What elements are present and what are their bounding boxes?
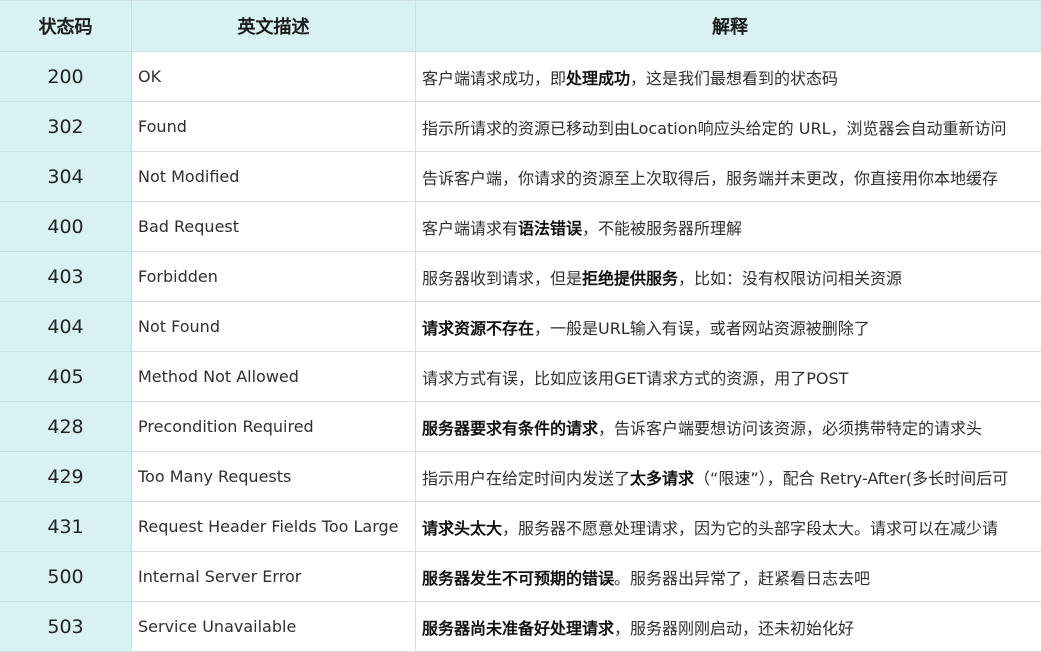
english-description-cell: Forbidden: [132, 252, 416, 302]
status-code-cell: 403: [0, 252, 132, 302]
explanation-text: ，这是我们最想看到的状态码: [630, 69, 838, 88]
english-description-cell: OK: [132, 52, 416, 102]
explanation-text: 客户端请求成功，即: [422, 69, 566, 88]
status-code-cell: 200: [0, 52, 132, 102]
status-code-cell: 404: [0, 302, 132, 352]
explanation-text: 客户端请求有: [422, 219, 518, 238]
explanation-text: 指示用户在给定时间内发送了: [422, 469, 630, 488]
header-status-code: 状态码: [0, 1, 132, 52]
english-description-cell: Bad Request: [132, 202, 416, 252]
english-description-cell: Found: [132, 102, 416, 152]
status-code-cell: 503: [0, 602, 132, 652]
explanation-cell: 请求资源不存在，一般是URL输入有误，或者网站资源被删除了: [416, 302, 1041, 352]
english-description-cell: Not Modified: [132, 152, 416, 202]
explanation-text: 。服务器出异常了，赶紧看日志去吧: [614, 569, 870, 588]
explanation-cell: 服务器发生不可预期的错误。服务器出异常了，赶紧看日志去吧: [416, 552, 1041, 602]
explanation-cell: 指示用户在给定时间内发送了太多请求（“限速”），配合 Retry-After(多…: [416, 452, 1041, 502]
explanation-bold-text: 请求资源不存在: [422, 319, 534, 338]
explanation-bold-text: 拒绝提供服务: [582, 269, 678, 288]
explanation-cell: 服务器尚未准备好处理请求，服务器刚刚启动，还未初始化好: [416, 602, 1041, 652]
table-row: 429Too Many Requests指示用户在给定时间内发送了太多请求（“限…: [0, 452, 1041, 502]
explanation-bold-text: 服务器发生不可预期的错误: [422, 569, 614, 588]
table-row: 405Method Not Allowed 请求方式有误，比如应该用GET请求方式…: [0, 352, 1041, 402]
status-code-cell: 304: [0, 152, 132, 202]
english-description-cell: Method Not Allowed: [132, 352, 416, 402]
table-row: 500Internal Server Error服务器发生不可预期的错误。服务器…: [0, 552, 1041, 602]
explanation-text: （“限速”），配合 Retry-After(多长时间后可: [694, 469, 1008, 488]
english-description-cell: Service Unavailable: [132, 602, 416, 652]
table-row: 404Not Found请求资源不存在，一般是URL输入有误，或者网站资源被删除…: [0, 302, 1041, 352]
table-body: 200OK客户端请求成功，即处理成功，这是我们最想看到的状态码302Found指…: [0, 52, 1041, 652]
explanation-text: ，服务器不愿意处理请求，因为它的头部字段太大。请求可以在减少请: [502, 519, 998, 538]
explanation-cell: 客户端请求有语法错误，不能被服务器所理解: [416, 202, 1041, 252]
table-row: 400Bad Request客户端请求有语法错误，不能被服务器所理解: [0, 202, 1041, 252]
status-code-cell: 428: [0, 402, 132, 452]
header-explanation: 解释: [416, 1, 1041, 52]
explanation-cell: 告诉客户端，你请求的资源至上次取得后，服务端并未更改，你直接用你本地缓存: [416, 152, 1041, 202]
table-header-row: 状态码 英文描述 解释: [0, 1, 1041, 52]
explanation-cell: 服务器收到请求，但是拒绝提供服务，比如：没有权限访问相关资源: [416, 252, 1041, 302]
table-row: 302Found 指示所请求的资源已移动到由Location响应头给定的 URL，…: [0, 102, 1041, 152]
explanation-cell: 客户端请求成功，即处理成功，这是我们最想看到的状态码: [416, 52, 1041, 102]
english-description-cell: Request Header Fields Too Large: [132, 502, 416, 552]
table-row: 304Not Modified 告诉客户端，你请求的资源至上次取得后，服务端并未更…: [0, 152, 1041, 202]
english-description-cell: Internal Server Error: [132, 552, 416, 602]
explanation-text: 指示所请求的资源已移动到由Location响应头给定的 URL，浏览器会自动重新…: [422, 119, 1007, 138]
status-code-cell: 405: [0, 352, 132, 402]
english-description-cell: Too Many Requests: [132, 452, 416, 502]
explanation-bold-text: 服务器尚未准备好处理请求: [422, 619, 614, 638]
explanation-text: 告诉客户端，你请求的资源至上次取得后，服务端并未更改，你直接用你本地缓存: [422, 169, 998, 188]
explanation-text: ，一般是URL输入有误，或者网站资源被删除了: [534, 319, 870, 338]
explanation-bold-text: 语法错误: [518, 219, 582, 238]
table-row: 503Service Unavailable服务器尚未准备好处理请求，服务器刚刚…: [0, 602, 1041, 652]
status-code-cell: 429: [0, 452, 132, 502]
status-code-cell: 302: [0, 102, 132, 152]
http-status-table: 状态码 英文描述 解释 200OK客户端请求成功，即处理成功，这是我们最想看到的…: [0, 0, 1041, 652]
explanation-bold-text: 服务器要求有条件的请求: [422, 419, 598, 438]
status-code-cell: 400: [0, 202, 132, 252]
explanation-bold-text: 处理成功: [566, 69, 630, 88]
explanation-text: 服务器收到请求，但是: [422, 269, 582, 288]
status-code-cell: 500: [0, 552, 132, 602]
explanation-text: ，不能被服务器所理解: [582, 219, 742, 238]
explanation-cell: 服务器要求有条件的请求，告诉客户端要想访问该资源，必须携带特定的请求头: [416, 402, 1041, 452]
explanation-text: ，比如：没有权限访问相关资源: [678, 269, 902, 288]
english-description-cell: Precondition Required: [132, 402, 416, 452]
status-code-cell: 431: [0, 502, 132, 552]
explanation-text: ，告诉客户端要想访问该资源，必须携带特定的请求头: [598, 419, 982, 438]
explanation-bold-text: 请求头太大: [422, 519, 502, 538]
explanation-cell: 请求头太大，服务器不愿意处理请求，因为它的头部字段太大。请求可以在减少请: [416, 502, 1041, 552]
table-row: 200OK客户端请求成功，即处理成功，这是我们最想看到的状态码: [0, 52, 1041, 102]
table-row: 403Forbidden服务器收到请求，但是拒绝提供服务，比如：没有权限访问相关…: [0, 252, 1041, 302]
table-row: 431Request Header Fields Too Large请求头太大，…: [0, 502, 1041, 552]
explanation-cell: 请求方式有误，比如应该用GET请求方式的资源，用了POST: [416, 352, 1041, 402]
english-description-cell: Not Found: [132, 302, 416, 352]
explanation-text: ，服务器刚刚启动，还未初始化好: [614, 619, 854, 638]
explanation-text: 请求方式有误，比如应该用GET请求方式的资源，用了POST: [422, 369, 848, 388]
header-english-description: 英文描述: [132, 1, 416, 52]
table-row: 428Precondition Required服务器要求有条件的请求，告诉客户…: [0, 402, 1041, 452]
explanation-bold-text: 太多请求: [630, 469, 694, 488]
explanation-cell: 指示所请求的资源已移动到由Location响应头给定的 URL，浏览器会自动重新…: [416, 102, 1041, 152]
